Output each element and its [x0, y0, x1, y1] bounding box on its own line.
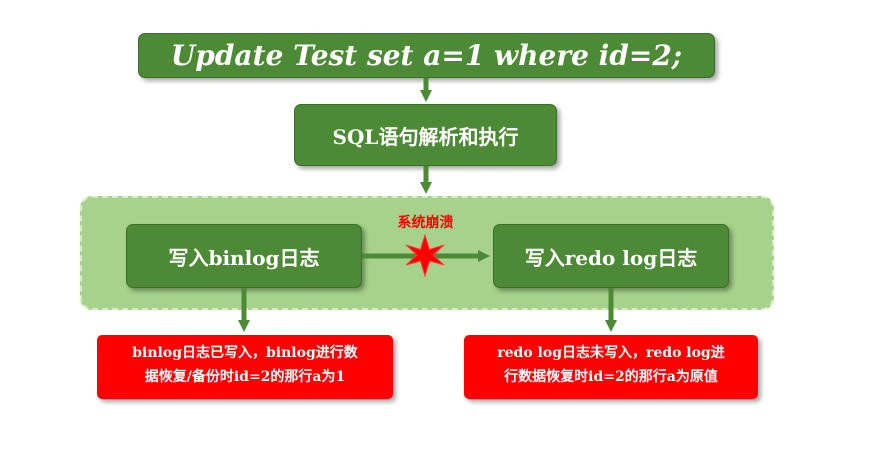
redo-note-line-2: 行数据恢复时id=2的那行a为原值 [504, 369, 718, 385]
sql-statement-box: Update Test set a=1 where id=2; [138, 33, 715, 78]
redo-note-line-1: redo log日志未写入，redo log进 [497, 345, 725, 361]
binlog-note-line-1: binlog日志已写入，binlog进行数 [132, 345, 358, 361]
redo-step-box: 写入redo log日志 [493, 224, 729, 288]
parse-step-text: SQL语句解析和执行 [332, 124, 519, 149]
binlog-note-line-2: 据恢复/备份时id=2的那行a为1 [144, 369, 346, 385]
binlog-step-text: 写入binlog日志 [168, 245, 320, 270]
parse-step-box: SQL语句解析和执行 [294, 104, 557, 166]
crash-label: 系统崩溃 [397, 215, 454, 231]
sql-statement-text: Update Test set a=1 where id=2; [170, 39, 683, 72]
binlog-step-box: 写入binlog日志 [126, 224, 362, 288]
binlog-note-box: binlog日志已写入，binlog进行数 据恢复/备份时id=2的那行a为1 [97, 335, 393, 399]
redo-note-box: redo log日志未写入，redo log进 行数据恢复时id=2的那行a为原… [464, 335, 758, 399]
redo-step-text: 写入redo log日志 [524, 245, 698, 270]
